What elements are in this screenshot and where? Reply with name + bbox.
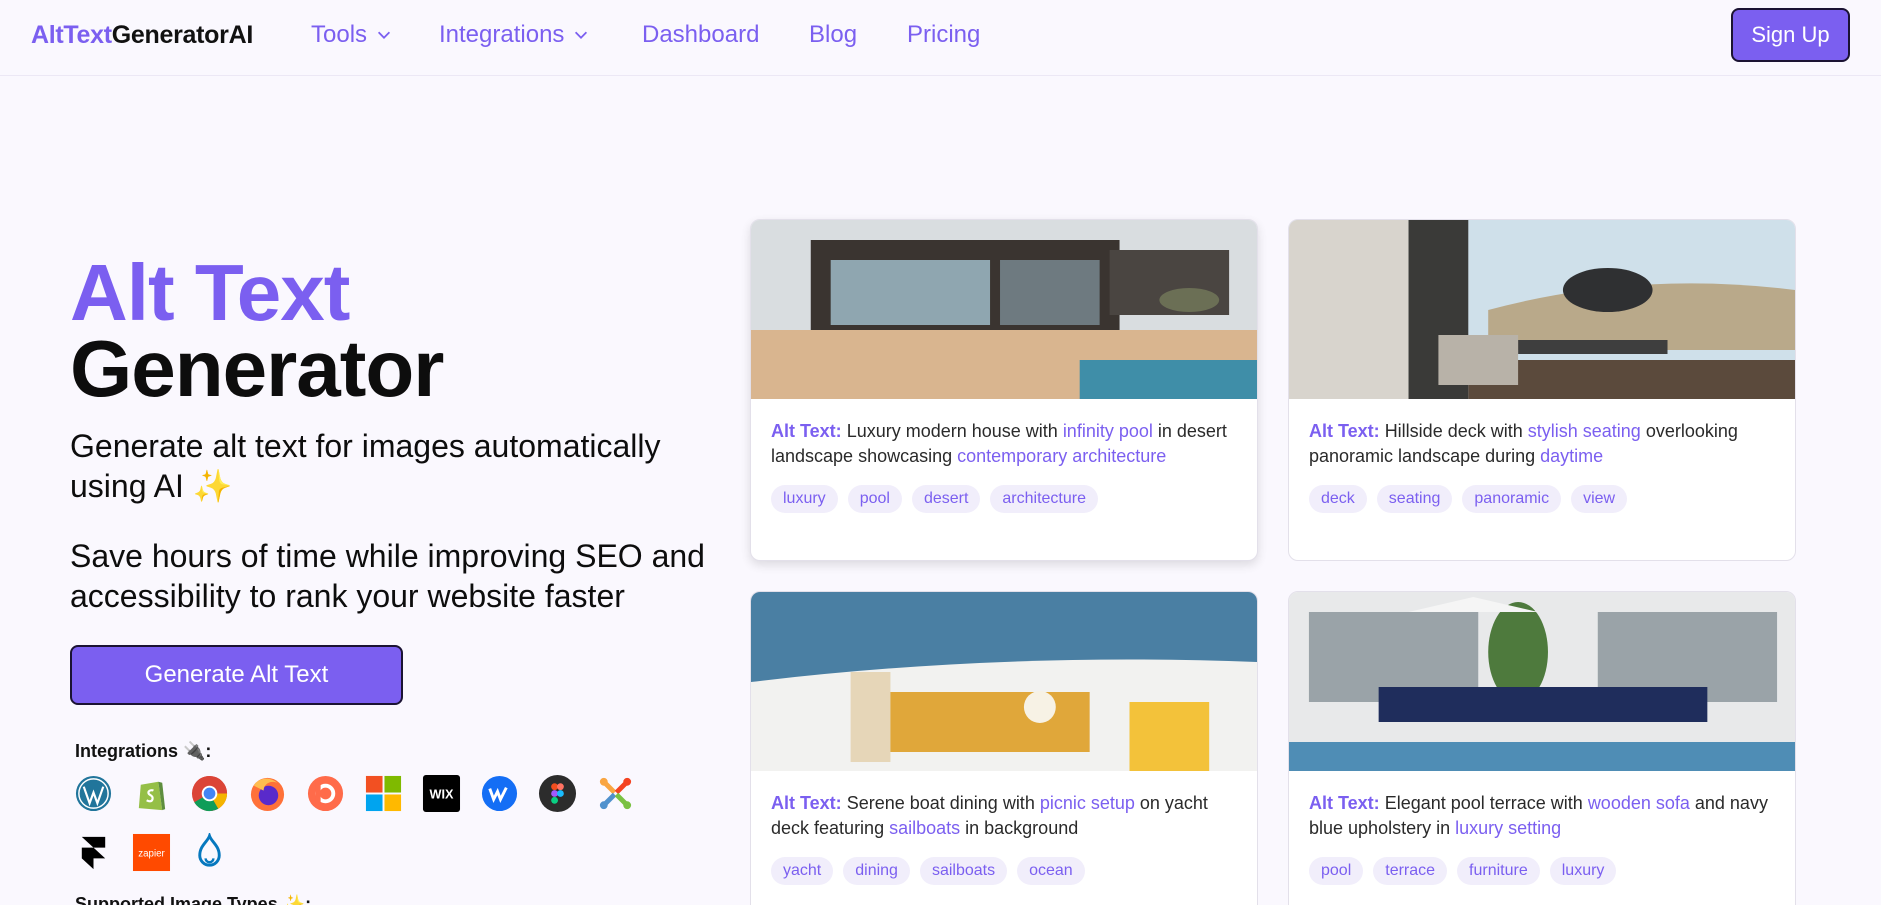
card-image-terrace <box>1289 592 1795 771</box>
chevron-down-icon <box>575 31 588 39</box>
wordpress-icon[interactable] <box>74 774 113 813</box>
card-description: Alt Text: Serene boat dining with picnic… <box>751 771 1257 841</box>
description-highlight: wooden sofa <box>1587 793 1690 813</box>
card-image-house <box>751 220 1257 399</box>
description-highlight: stylish seating <box>1527 421 1641 441</box>
description-highlight: sailboats <box>889 818 961 838</box>
description-text: with <box>1545 793 1588 813</box>
tag[interactable]: furniture <box>1457 857 1540 885</box>
tag[interactable]: desert <box>911 485 981 513</box>
logo-part2: GeneratorAI <box>111 21 253 49</box>
description-text: with <box>997 793 1040 813</box>
example-card-deck: Alt Text: Hillside deck with stylish sea… <box>1288 219 1796 561</box>
top-nav: AltTextGeneratorAI Tools Integrations Da… <box>0 0 1881 76</box>
tag-list: deck seating panoramic view <box>1289 469 1795 533</box>
tag[interactable]: dining <box>843 857 910 885</box>
card-description: Alt Text: Hillside deck with stylish sea… <box>1289 399 1795 469</box>
alt-text-label: Alt Text: <box>1309 793 1380 813</box>
nav-integrations-label: Integrations <box>439 21 565 48</box>
supported-types-label: Supported Image Types ✨: <box>75 894 312 905</box>
card-description: Alt Text: Luxury modern house with infin… <box>751 399 1257 469</box>
dribbble-icon[interactable] <box>306 774 345 813</box>
card-image-boat <box>751 592 1257 771</box>
alt-text-label: Alt Text: <box>771 421 842 441</box>
description-highlight: contemporary architecture <box>957 446 1167 466</box>
example-card-terrace: Alt Text: Elegant pool terrace with wood… <box>1288 591 1796 905</box>
tag[interactable]: sailboats <box>919 857 1008 885</box>
description-text: in background <box>960 818 1079 838</box>
logo-part1: AltText <box>31 21 112 49</box>
description-highlight: luxury setting <box>1455 818 1562 838</box>
tag-list: luxury pool desert architecture <box>751 469 1257 533</box>
tag[interactable]: pool <box>1309 857 1364 885</box>
hero-tagline: Save hours of time while improving SEO a… <box>70 538 705 614</box>
description-text: Luxury modern house <box>846 421 1021 441</box>
hero-title-line1: Alt Text <box>70 248 350 337</box>
nav-blog[interactable]: Blog <box>809 21 857 49</box>
tag[interactable]: yacht <box>771 857 834 885</box>
description-text: during <box>1480 446 1541 466</box>
tag-list: pool terrace furniture luxury <box>1289 841 1795 905</box>
nav-tools[interactable]: Tools <box>311 21 393 49</box>
alt-text-label: Alt Text: <box>1309 421 1380 441</box>
joomla-icon[interactable] <box>596 774 635 813</box>
description-highlight: picnic setup <box>1039 793 1135 813</box>
generate-alt-text-button[interactable]: Generate Alt Text <box>70 645 403 705</box>
example-card-boat: Alt Text: Serene boat dining with picnic… <box>750 591 1258 905</box>
tag[interactable]: luxury <box>1549 857 1617 885</box>
description-text: with <box>1020 421 1063 441</box>
sign-up-button[interactable]: Sign Up <box>1731 8 1850 62</box>
nav-pricing[interactable]: Pricing <box>907 21 980 49</box>
tag[interactable]: pool <box>847 485 902 513</box>
description-text: Elegant pool terrace <box>1384 793 1546 813</box>
svg-text:WIX: WIX <box>430 787 454 801</box>
description-highlight: infinity pool <box>1062 421 1153 441</box>
description-highlight: daytime <box>1540 446 1604 466</box>
framer-icon[interactable] <box>74 833 113 872</box>
tag[interactable]: terrace <box>1373 857 1448 885</box>
tag[interactable]: ocean <box>1017 857 1085 885</box>
integration-icons: WIX zapier <box>74 774 684 872</box>
figma-icon[interactable] <box>538 774 577 813</box>
shopify-icon[interactable] <box>132 774 171 813</box>
tag[interactable]: panoramic <box>1462 485 1562 513</box>
description-text: showcasing <box>853 446 958 466</box>
example-card-house: Alt Text: Luxury modern house with infin… <box>750 219 1258 561</box>
tag[interactable]: view <box>1571 485 1628 513</box>
description-text: Hillside deck <box>1384 421 1486 441</box>
description-text: featuring <box>809 818 890 838</box>
hero-title-line2: Generator <box>70 324 444 413</box>
nav-tools-label: Tools <box>311 21 368 48</box>
hero-subtitle: Generate alt text for images automatical… <box>70 428 661 504</box>
tag[interactable]: luxury <box>771 485 838 513</box>
chrome-icon[interactable] <box>190 774 229 813</box>
hero-title: Alt Text Generator <box>70 248 444 413</box>
description-text: in <box>1431 818 1456 838</box>
tag[interactable]: architecture <box>990 485 1098 513</box>
webflow-icon[interactable] <box>480 774 519 813</box>
firefox-icon[interactable] <box>248 774 287 813</box>
alt-text-label: Alt Text: <box>771 793 842 813</box>
card-image-deck <box>1289 220 1795 399</box>
description-text: Serene boat dining <box>846 793 998 813</box>
microsoft-icon[interactable] <box>364 774 403 813</box>
nav-dashboard[interactable]: Dashboard <box>642 21 759 49</box>
nav-integrations[interactable]: Integrations <box>439 21 590 49</box>
description-text: with <box>1485 421 1528 441</box>
chevron-down-icon <box>377 31 391 39</box>
drupal-icon[interactable] <box>190 833 229 872</box>
logo[interactable]: AltTextGeneratorAI <box>31 21 253 50</box>
zapier-icon[interactable]: zapier <box>132 833 171 872</box>
wix-icon[interactable]: WIX <box>422 774 461 813</box>
integrations-label: Integrations 🔌: <box>75 741 212 761</box>
tag-list: yacht dining sailboats ocean <box>751 841 1257 905</box>
svg-text:zapier: zapier <box>138 848 165 859</box>
tag[interactable]: seating <box>1376 485 1453 513</box>
tag[interactable]: deck <box>1309 485 1367 513</box>
card-description: Alt Text: Elegant pool terrace with wood… <box>1289 771 1795 841</box>
